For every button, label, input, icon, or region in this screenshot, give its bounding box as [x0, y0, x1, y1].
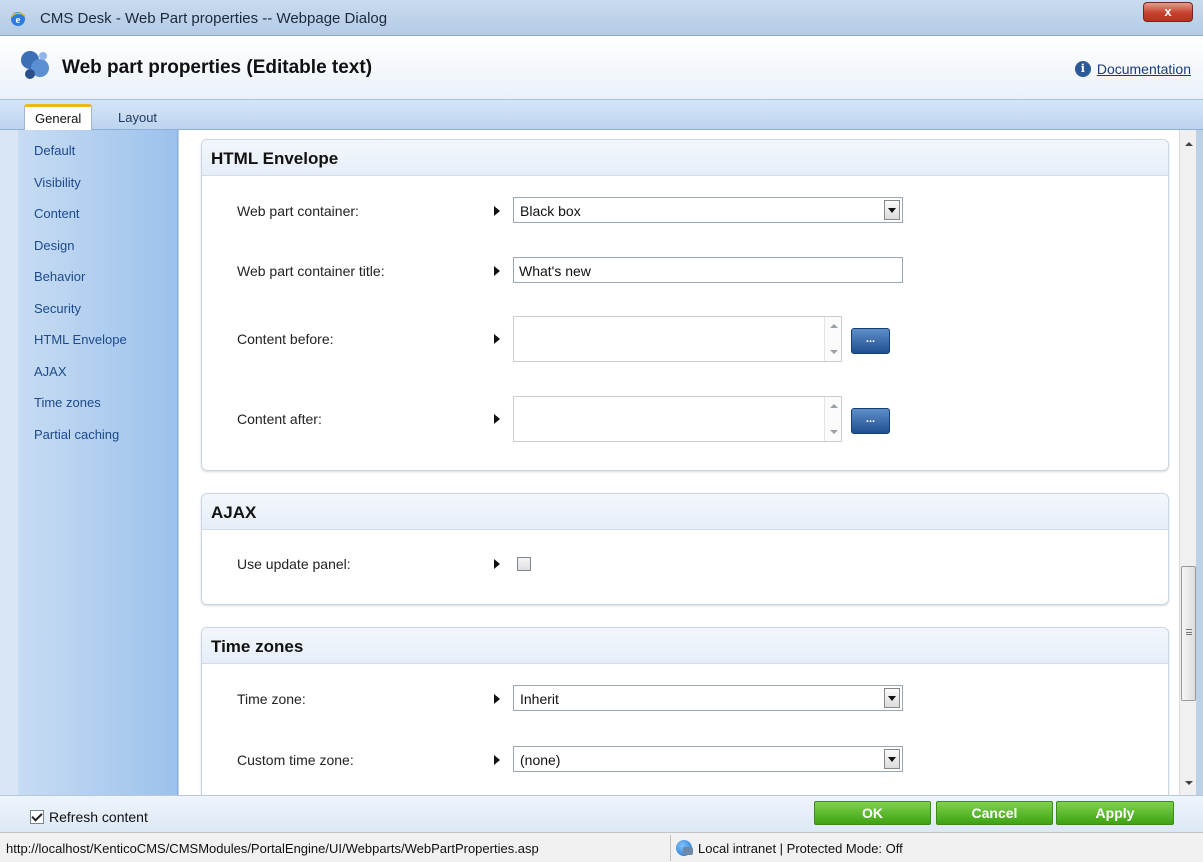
window-titlebar: e CMS Desk - Web Part properties -- Webp… [0, 0, 1203, 36]
sidebar-item-security[interactable]: Security [34, 301, 177, 333]
refresh-content-toggle[interactable]: Refresh content [30, 809, 148, 825]
category-sidebar: Default Visibility Content Design Behavi… [18, 130, 178, 795]
content-before-arrow-icon [494, 334, 500, 344]
content-before-label: Content before: [237, 331, 334, 347]
left-edge [0, 130, 18, 795]
custom-time-zone-row: Custom time zone: (none) [202, 746, 1168, 776]
sidebar-item-visibility[interactable]: Visibility [34, 175, 177, 207]
scroll-up-icon[interactable] [1185, 142, 1193, 146]
time-zones-panel: Time zones Time zone: Inherit Custom tim… [201, 627, 1169, 795]
close-button[interactable]: x [1143, 2, 1193, 22]
custom-time-zone-select[interactable]: (none) [513, 746, 903, 772]
webpart-icon [21, 51, 49, 79]
ajax-panel: AJAX Use update panel: [201, 493, 1169, 605]
dialog-footer: Refresh content OK Cancel Apply [0, 795, 1203, 832]
content-after-edit-button[interactable]: ... [851, 408, 890, 434]
tab-bar: General Layout [0, 100, 1203, 130]
ajax-title: AJAX [202, 494, 1168, 530]
content-before-row: Content before: ... [202, 316, 1168, 364]
textarea-scrollbar[interactable] [824, 397, 841, 441]
content-scrollbar[interactable] [1179, 130, 1196, 795]
zone-label: Local intranet | Protected Mode: Off [698, 840, 903, 856]
documentation-link[interactable]: i Documentation [1074, 58, 1191, 80]
content-after-textarea[interactable] [513, 396, 842, 442]
html-envelope-panel: HTML Envelope Web part container: Black … [201, 139, 1169, 471]
sidebar-item-html-envelope[interactable]: HTML Envelope [34, 332, 177, 364]
sidebar-item-design[interactable]: Design [34, 238, 177, 270]
dialog-header: Web part properties (Editable text) i Do… [0, 36, 1203, 100]
security-zone: Local intranet | Protected Mode: Off [676, 840, 903, 856]
container-arrow-icon [494, 206, 500, 216]
scrollbar-thumb[interactable] [1181, 566, 1196, 701]
status-bar: http://localhost/KenticoCMS/CMSModules/P… [0, 832, 1203, 862]
container-label: Web part container: [237, 203, 359, 219]
apply-button[interactable]: Apply [1056, 801, 1174, 825]
update-panel-label: Use update panel: [237, 556, 351, 572]
container-title-row: Web part container title: What's new [202, 257, 1168, 287]
local-intranet-icon [676, 840, 693, 856]
sidebar-item-partial-caching[interactable]: Partial caching [34, 427, 177, 459]
container-title-arrow-icon [494, 266, 500, 276]
window-title: CMS Desk - Web Part properties -- Webpag… [40, 10, 388, 27]
time-zone-select[interactable]: Inherit [513, 685, 903, 711]
container-row: Web part container: Black box [202, 197, 1168, 227]
internet-explorer-icon: e [10, 12, 26, 26]
update-panel-row: Use update panel: [202, 554, 1168, 578]
custom-time-zone-label: Custom time zone: [237, 752, 354, 768]
html-envelope-title: HTML Envelope [202, 140, 1168, 176]
sidebar-item-content[interactable]: Content [34, 206, 177, 238]
chevron-down-icon[interactable] [884, 200, 900, 220]
time-zone-label: Time zone: [237, 691, 306, 707]
properties-content: HTML Envelope Web part container: Black … [179, 130, 1179, 795]
page-title: Web part properties (Editable text) [62, 57, 373, 78]
content-before-textarea[interactable] [513, 316, 842, 362]
ok-button[interactable]: OK [814, 801, 931, 825]
sidebar-item-time-zones[interactable]: Time zones [34, 395, 177, 427]
refresh-label: Refresh content [49, 809, 148, 825]
scroll-down-icon[interactable] [1185, 781, 1193, 785]
content-after-label: Content after: [237, 411, 322, 427]
textarea-scrollbar[interactable] [824, 317, 841, 361]
container-select[interactable]: Black box [513, 197, 903, 223]
tab-layout[interactable]: Layout [108, 104, 167, 130]
info-icon: i [1074, 61, 1091, 77]
sidebar-item-default[interactable]: Default [34, 143, 177, 175]
status-url: http://localhost/KenticoCMS/CMSModules/P… [6, 841, 539, 856]
time-zone-value: Inherit [520, 691, 559, 707]
content-after-arrow-icon [494, 414, 500, 424]
update-panel-checkbox[interactable] [517, 557, 531, 571]
custom-time-zone-value: (none) [520, 752, 561, 768]
chevron-down-icon[interactable] [884, 688, 900, 708]
documentation-label: Documentation [1096, 61, 1191, 77]
close-icon: x [1164, 4, 1172, 19]
sidebar-item-ajax[interactable]: AJAX [34, 364, 177, 396]
sidebar-item-behavior[interactable]: Behavior [34, 269, 177, 301]
time-zone-arrow-icon [494, 694, 500, 704]
container-value: Black box [520, 203, 581, 219]
update-panel-arrow-icon [494, 559, 500, 569]
chevron-down-icon[interactable] [884, 749, 900, 769]
time-zone-row: Time zone: Inherit [202, 685, 1168, 715]
grip-icon [1186, 629, 1192, 635]
container-title-label: Web part container title: [237, 263, 385, 279]
tab-general[interactable]: General [24, 104, 93, 130]
container-title-input[interactable]: What's new [513, 257, 903, 283]
time-zones-title: Time zones [202, 628, 1168, 664]
svg-text:e: e [16, 14, 21, 26]
content-before-edit-button[interactable]: ... [851, 328, 890, 354]
cancel-button[interactable]: Cancel [936, 801, 1053, 825]
refresh-checkbox[interactable] [30, 810, 44, 824]
status-divider [670, 835, 671, 861]
custom-time-zone-arrow-icon [494, 755, 500, 765]
content-after-row: Content after: ... [202, 396, 1168, 444]
